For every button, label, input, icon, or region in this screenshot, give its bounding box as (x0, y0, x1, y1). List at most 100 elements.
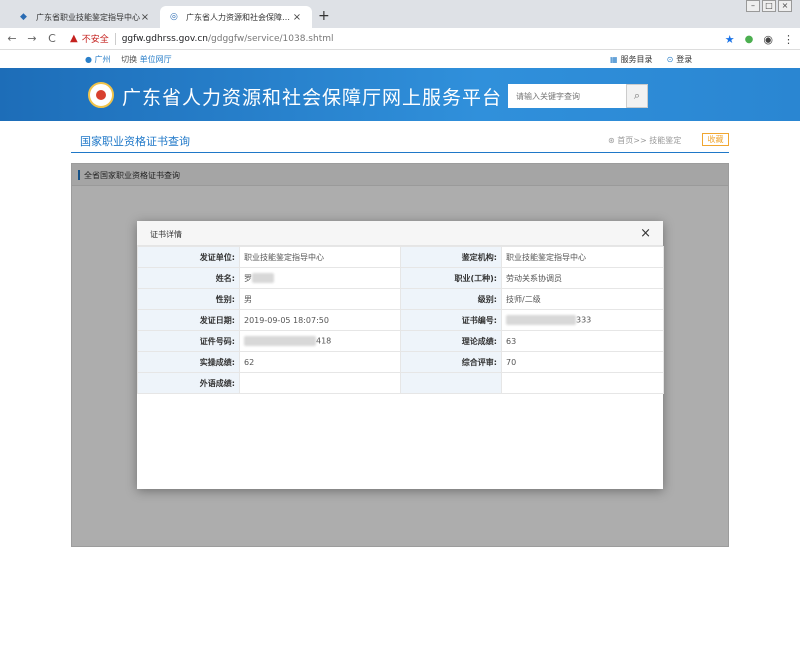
emblem-logo (88, 82, 114, 108)
field-label: 理论成绩: (400, 330, 502, 352)
breadcrumb-text[interactable]: 首页>> 技能鉴定 (617, 136, 681, 145)
minimize-icon[interactable]: – (746, 0, 760, 12)
field-value: 罗 (244, 273, 252, 283)
browser-tab-inactive[interactable]: ◆ 广东省职业技能鉴定指导中心 × (10, 6, 160, 28)
field-value (501, 372, 664, 394)
redacted-mask (506, 315, 576, 325)
modal-header: 证书详情 × (137, 221, 663, 246)
catalog-icon: ▦ (610, 55, 618, 64)
collect-button[interactable]: 收藏 (702, 133, 729, 146)
field-value: 62 (239, 351, 401, 373)
tab-title: 广东省职业技能鉴定指导中心 (36, 12, 140, 22)
certificate-detail-table: 发证单位: 职业技能鉴定指导中心 鉴定机构: 职业技能鉴定指导中心 姓名: 罗 … (137, 246, 664, 394)
field-label (400, 372, 502, 394)
city-label[interactable]: 广州 (95, 55, 111, 64)
page-title: 国家职业资格证书查询 (80, 135, 190, 148)
table-row: 发证单位: 职业技能鉴定指导中心 鉴定机构: 职业技能鉴定指导中心 (137, 246, 664, 268)
close-icon[interactable]: × (640, 226, 651, 241)
cert-number-cell: 333 (501, 309, 664, 331)
field-label: 发证日期: (137, 309, 240, 331)
forward-icon[interactable]: → (24, 32, 40, 45)
tab-close-icon[interactable]: × (292, 12, 302, 23)
table-row: 性别: 男 级别: 技师/二级 (137, 288, 664, 310)
url-path: /gdggfw/service/1038.shtml (207, 33, 334, 44)
url-host: ggfw.gdhrss.gov.cn (121, 33, 208, 44)
window-controls: – □ × (746, 0, 792, 12)
close-window-icon[interactable]: × (778, 0, 792, 12)
id-number-cell: 418 (239, 330, 401, 352)
menu-icon[interactable]: ⋮ (783, 33, 794, 46)
field-value: 63 (501, 330, 664, 352)
browser-toolbar: ← → C ▲ 不安全 ggfw.gdhrss.gov.cn/gdggfw/se… (0, 28, 800, 50)
search-icon[interactable]: ⌕ (626, 84, 648, 108)
new-tab-button[interactable]: + (318, 8, 330, 24)
modal-title: 证书详情 (150, 230, 182, 239)
field-value: 职业技能鉴定指导中心 (239, 246, 401, 268)
field-value: 职业技能鉴定指导中心 (501, 246, 664, 268)
field-label: 级别: (400, 288, 502, 310)
browser-tab-active[interactable]: ◎ 广东省人力资源和社会保障厅网... × (160, 6, 312, 28)
extension-icon[interactable]: ● (745, 34, 754, 45)
location-pin-icon: ● (85, 55, 92, 64)
toolbar-actions: ★ ● ◉ ⋮ (725, 28, 794, 50)
account-icon[interactable]: ◉ (763, 33, 773, 46)
security-indicator[interactable]: ▲ 不安全 (70, 32, 109, 45)
browser-window: ◆ 广东省职业技能鉴定指导中心 × ◎ 广东省人力资源和社会保障厅网... × … (0, 0, 800, 651)
login-label: 登录 (676, 55, 693, 64)
field-label: 性别: (137, 288, 240, 310)
tab-strip: ◆ 广东省职业技能鉴定指导中心 × ◎ 广东省人力资源和社会保障厅网... × … (0, 0, 800, 28)
tab-close-icon[interactable]: × (140, 12, 150, 23)
field-label: 姓名: (137, 267, 240, 289)
back-icon[interactable]: ← (4, 32, 20, 45)
site-favicon-icon: ◆ (20, 12, 27, 22)
field-value: 70 (501, 351, 664, 373)
search-input[interactable] (508, 84, 626, 108)
field-value: 劳动关系协调员 (501, 267, 664, 289)
home-icon: ⊛ (608, 136, 618, 145)
table-row: 姓名: 罗 职业(工种): 劳动关系协调员 (137, 267, 664, 289)
service-catalog-link[interactable]: ▦ 服务目录 (610, 54, 653, 65)
field-value: 333 (576, 315, 592, 325)
breadcrumb: ⊛ 首页>> 技能鉴定 (608, 135, 681, 146)
certificate-detail-modal: 证书详情 × 发证单位: 职业技能鉴定指导中心 鉴定机构: 职业技能鉴定指导中心… (137, 221, 664, 489)
redacted-mask (252, 273, 274, 283)
address-field[interactable]: ggfw.gdhrss.gov.cn/gdggfw/service/1038.s… (122, 34, 334, 44)
site-title: 广东省人力资源和社会保障厅网上服务平台 (122, 87, 503, 109)
location-switcher: ● 广州 切换 单位网厅 (85, 54, 172, 65)
switch-link[interactable]: 切换 (121, 55, 137, 64)
field-label: 证件号码: (137, 330, 240, 352)
table-row: 发证日期: 2019-09-05 18:07:50 证书编号: 333 (137, 309, 664, 331)
field-value: 418 (316, 336, 332, 346)
field-label: 鉴定机构: (400, 246, 502, 268)
tab-title: 广东省人力资源和社会保障厅网... (186, 12, 292, 22)
user-icon: ⊙ (666, 55, 674, 64)
field-value: 技师/二级 (501, 288, 664, 310)
warning-icon: ▲ (70, 33, 78, 44)
field-label: 职业(工种): (400, 267, 502, 289)
login-link[interactable]: ⊙ 登录 (667, 54, 693, 65)
table-row: 实操成绩: 62 综合评审: 70 (137, 351, 664, 373)
bookmark-star-icon[interactable]: ★ (725, 33, 735, 46)
site-banner: 广东省人力资源和社会保障厅网上服务平台 (0, 68, 800, 121)
table-row: 外语成绩: (137, 372, 664, 394)
table-row: 证件号码: 418 理论成绩: 63 (137, 330, 664, 352)
field-label: 外语成绩: (137, 372, 240, 394)
service-catalog-label: 服务目录 (620, 55, 653, 64)
field-label: 证书编号: (400, 309, 502, 331)
unit-hall-link[interactable]: 单位网厅 (140, 55, 172, 64)
field-label: 实操成绩: (137, 351, 240, 373)
redacted-mask (244, 336, 316, 346)
divider (114, 32, 116, 45)
security-label: 不安全 (81, 35, 109, 45)
site-favicon-icon: ◎ (170, 12, 178, 22)
field-label: 发证单位: (137, 246, 240, 268)
field-value: 2019-09-05 18:07:50 (239, 309, 401, 331)
reload-icon[interactable]: C (44, 32, 60, 45)
field-label: 综合评审: (400, 351, 502, 373)
field-value: 男 (239, 288, 401, 310)
title-divider (71, 152, 729, 153)
field-value (239, 372, 401, 394)
top-links: ▦ 服务目录 ⊙ 登录 (610, 54, 692, 65)
maximize-icon[interactable]: □ (762, 0, 776, 12)
name-value-cell: 罗 (239, 267, 401, 289)
